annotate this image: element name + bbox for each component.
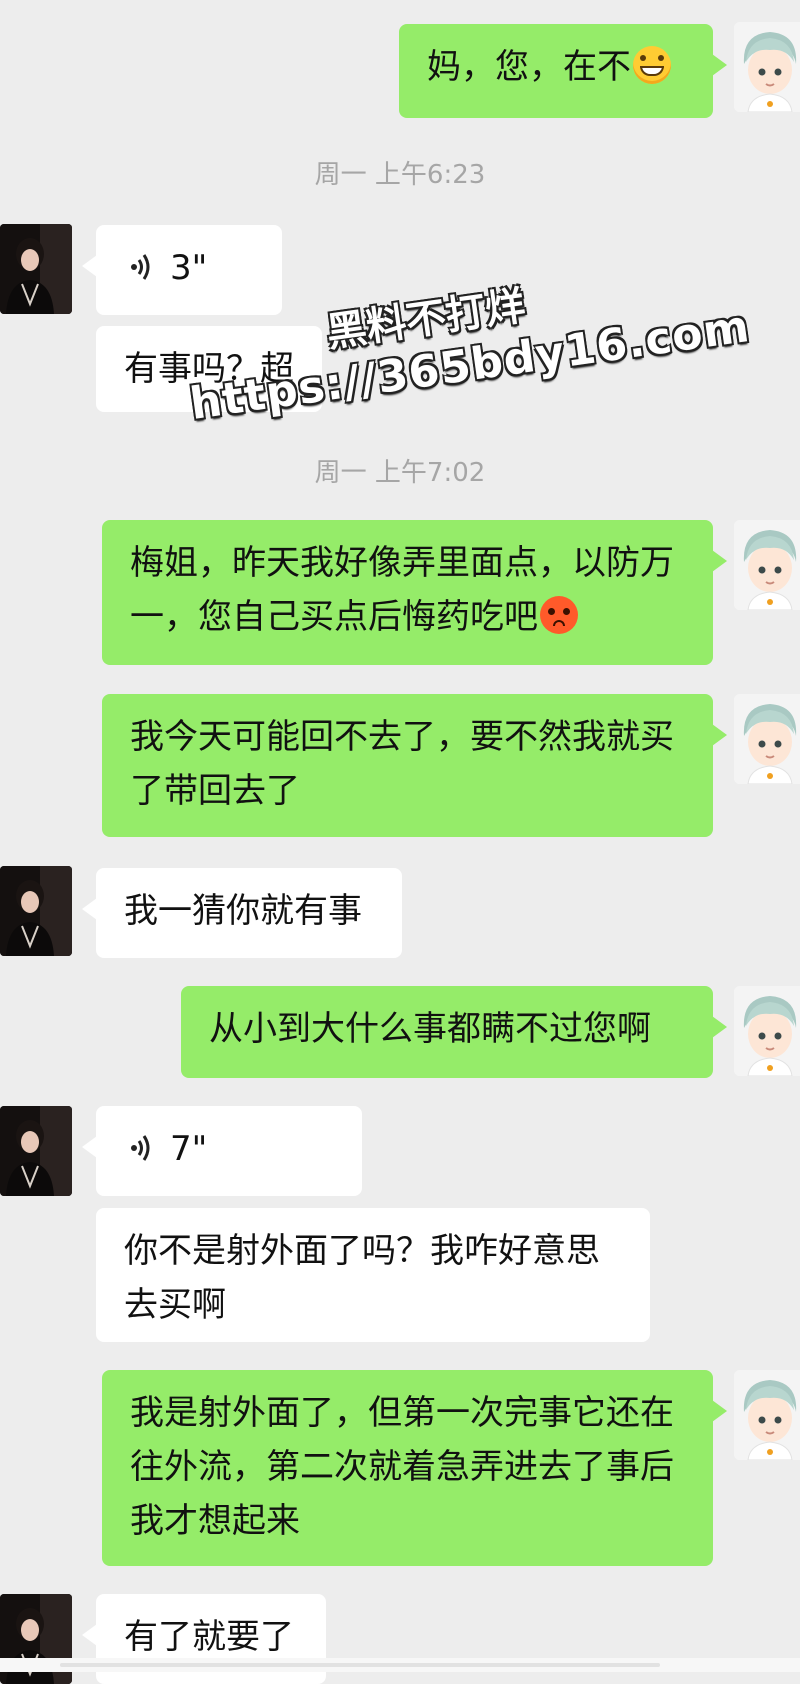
message-text: 我今天可能回不去了，要不然我就买了带回去了 bbox=[130, 717, 674, 811]
received-message[interactable]: 你不是射外面了吗？我咋好意思去买啊 bbox=[96, 1208, 650, 1342]
message-text: 我是射外面了，但第一次完事它还在往外流，第二次就着急弄进去了事后我才想起来 bbox=[130, 1393, 674, 1541]
timestamp: 周一 上午6:23 bbox=[314, 160, 486, 190]
voice-wave-icon bbox=[124, 249, 160, 285]
divider bbox=[60, 1663, 660, 1667]
contact-avatar[interactable] bbox=[0, 1106, 72, 1196]
contact-avatar[interactable] bbox=[0, 866, 72, 956]
message-text: 妈，您，在不 bbox=[427, 47, 631, 87]
received-message[interactable]: 我一猜你就有事 bbox=[82, 868, 402, 958]
voice-message[interactable]: 3" bbox=[82, 225, 282, 315]
sent-message[interactable]: 从小到大什么事都瞒不过您啊 bbox=[181, 986, 727, 1078]
my-avatar[interactable] bbox=[734, 986, 800, 1076]
my-avatar[interactable] bbox=[734, 520, 800, 610]
my-avatar[interactable] bbox=[734, 694, 800, 784]
chat-window: 妈，您，在不 周一 上午6:23 3" 有事吗？超 周一 上午7:02 梅姐，昨… bbox=[0, 0, 800, 1684]
bottom-bar bbox=[0, 1658, 800, 1672]
contact-avatar[interactable] bbox=[0, 224, 72, 314]
message-text: 梅姐，昨天我好像弄里面点，以防万一，您自己买点后悔药吃吧 bbox=[130, 543, 674, 637]
my-avatar[interactable] bbox=[734, 1370, 800, 1460]
my-avatar[interactable] bbox=[734, 22, 800, 112]
sent-message[interactable]: 我今天可能回不去了，要不然我就买了带回去了 bbox=[102, 694, 727, 837]
message-text: 你不是射外面了吗？我咋好意思去买啊 bbox=[124, 1231, 600, 1325]
sent-message[interactable]: 我是射外面了，但第一次完事它还在往外流，第二次就着急弄进去了事后我才想起来 bbox=[102, 1370, 727, 1566]
voice-duration: 7" bbox=[170, 1129, 208, 1169]
voice-message[interactable]: 7" bbox=[82, 1106, 362, 1196]
anxious-face-emoji bbox=[540, 596, 578, 634]
message-text: 从小到大什么事都瞒不过您啊 bbox=[209, 1009, 651, 1049]
message-text: 我一猜你就有事 bbox=[124, 891, 362, 931]
sent-message[interactable]: 妈，您，在不 bbox=[399, 24, 727, 118]
voice-duration: 3" bbox=[170, 248, 208, 288]
sent-message[interactable]: 梅姐，昨天我好像弄里面点，以防万一，您自己买点后悔药吃吧 bbox=[102, 520, 727, 665]
voice-wave-icon bbox=[124, 1130, 160, 1166]
grinning-face-emoji bbox=[633, 46, 671, 84]
message-text: 有了就要了 bbox=[124, 1617, 294, 1657]
